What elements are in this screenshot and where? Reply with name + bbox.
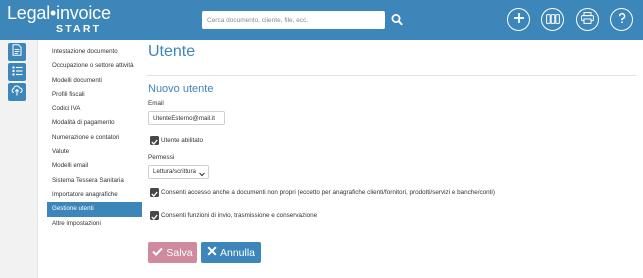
- access-other-documents-checkbox[interactable]: [150, 188, 159, 197]
- app-logo[interactable]: Legal•invoice START: [7, 3, 111, 36]
- settings-menu: Intestazione documento Occupazione o set…: [47, 45, 142, 231]
- help-icon: [616, 11, 628, 29]
- list-icon: [12, 63, 23, 81]
- menu-item-modelli-documenti[interactable]: Modelli documenti: [47, 74, 142, 88]
- send-functions-checkbox[interactable]: [150, 211, 159, 220]
- check-icon: [151, 184, 158, 202]
- cancel-button[interactable]: Annulla: [201, 242, 261, 263]
- check-icon: [151, 207, 158, 225]
- menu-item-intestazione-documento[interactable]: Intestazione documento: [47, 45, 142, 59]
- rail-list-button[interactable]: [8, 63, 26, 81]
- menu-item-modalita-pagamento[interactable]: Modalità di pagamento: [47, 116, 142, 130]
- logo-subtitle: START: [56, 23, 102, 35]
- email-label: Email: [148, 100, 164, 107]
- rail-documents-button[interactable]: [8, 43, 26, 61]
- menu-item-codici-iva[interactable]: Codici IVA: [47, 102, 142, 116]
- cancel-label: Annulla: [219, 246, 256, 259]
- menu-item-occupazione[interactable]: Occupazione o settore attività: [47, 59, 142, 73]
- menu-item-altre-impostazioni[interactable]: Altre impostazioni: [47, 217, 142, 231]
- counter-icon: [545, 11, 560, 29]
- chevron-down-icon: [199, 170, 205, 182]
- enabled-checkbox[interactable]: [150, 136, 159, 145]
- menu-item-gestione-utenti[interactable]: Gestione utenti: [47, 202, 142, 217]
- left-icon-rail: [0, 40, 38, 278]
- title-divider: [146, 75, 636, 76]
- printer-icon: [581, 11, 594, 29]
- permissions-select[interactable]: Lettura/scrittura: [148, 165, 209, 179]
- save-label: Salva: [166, 246, 193, 259]
- check-icon: [152, 247, 166, 259]
- plus-icon: [513, 11, 525, 29]
- permissions-label: Permessi: [148, 154, 175, 161]
- menu-item-valute[interactable]: Valute: [47, 145, 142, 159]
- counters-button[interactable]: [541, 8, 564, 31]
- check-icon: [151, 132, 158, 150]
- top-bar: Legal•invoice START: [0, 0, 643, 40]
- rail-cloud-button[interactable]: [8, 83, 26, 101]
- save-button[interactable]: Salva: [148, 242, 197, 263]
- menu-item-modelli-email[interactable]: Modelli email: [47, 159, 142, 173]
- menu-item-numerazione-contatori[interactable]: Numerazione e contatori: [47, 131, 142, 145]
- cloud-upload-icon: [11, 83, 23, 101]
- search-icon[interactable]: [389, 11, 405, 28]
- send-functions-label: Consenti funzioni di invio, trasmissione…: [161, 212, 318, 219]
- close-icon: [207, 246, 220, 259]
- documents-icon: [12, 43, 22, 61]
- permissions-value: Lettura/scrittura: [153, 168, 196, 175]
- access-other-documents-label: Consenti accesso anche a documenti non p…: [161, 189, 495, 196]
- new-document-button[interactable]: [507, 8, 530, 31]
- help-button[interactable]: [610, 8, 633, 31]
- menu-item-importatore-anagrafiche[interactable]: Importatore anagrafiche: [47, 188, 142, 202]
- section-title: Nuovo utente: [148, 83, 214, 95]
- search-input[interactable]: [202, 11, 385, 29]
- menu-item-tessera-sanitaria[interactable]: Sistema Tessera Sanitaria: [47, 174, 142, 188]
- email-field[interactable]: [148, 111, 225, 125]
- logo-name: Legal•invoice: [7, 3, 111, 23]
- menu-item-profili-fiscali[interactable]: Profili fiscali: [47, 88, 142, 102]
- page-title: Utente: [148, 43, 196, 60]
- print-button[interactable]: [576, 8, 599, 31]
- enabled-label: Utente abilitato: [161, 137, 204, 144]
